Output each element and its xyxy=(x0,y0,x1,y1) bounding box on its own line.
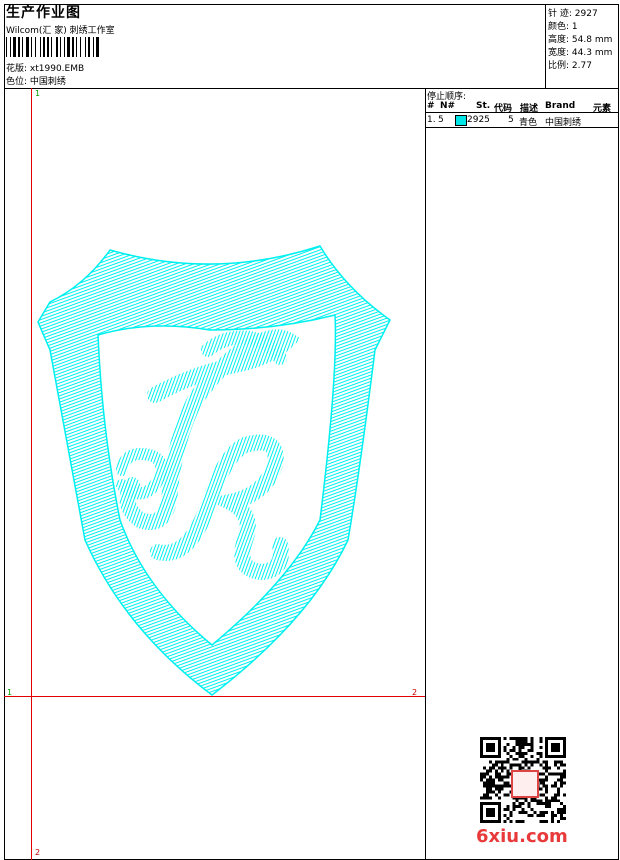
pattern-label: 花版: xyxy=(6,64,28,74)
row-num: 1. xyxy=(427,115,436,125)
color-position: 色位: 中国刺绣 xyxy=(6,74,66,87)
row-no: 5 xyxy=(438,115,444,125)
watermark: 6xiu.com xyxy=(476,826,568,847)
colorpos-label: 色位: xyxy=(6,77,28,87)
row-desc: 青色 xyxy=(519,118,538,128)
page-title: 生产作业图 xyxy=(6,5,81,21)
company-name: Wilcom(汇 家) 刺绣工作室 xyxy=(6,26,115,36)
seal-stamp xyxy=(511,770,539,798)
axis-marker-left: 1 xyxy=(7,688,13,697)
pattern-value: xt1990.EMB xyxy=(29,64,85,74)
row-st: 2925 xyxy=(467,115,490,125)
row-brand: 中国刺绣 xyxy=(545,118,582,128)
axis-marker-top: 1 xyxy=(35,89,41,98)
stat-height: 高度: 54.8 mm xyxy=(548,35,613,45)
stat-stitches: 针 迹: 2927 xyxy=(548,9,598,19)
col-header-no: N# xyxy=(440,101,456,111)
pattern-file: 花版: xt1990.EMB xyxy=(6,61,84,74)
row-code: 5 xyxy=(508,115,514,125)
stat-width: 宽度: 44.3 mm xyxy=(548,48,613,58)
axis-marker-right: 2 xyxy=(412,688,418,697)
col-header-brand: Brand xyxy=(545,101,576,111)
stat-scale: 比例: 2.77 xyxy=(548,61,592,71)
stat-colors: 颜色: 1 xyxy=(548,22,578,32)
col-header-num: # xyxy=(427,101,435,111)
embroidery-design xyxy=(37,245,391,696)
color-swatch xyxy=(455,115,467,126)
axis-marker-bottom: 2 xyxy=(35,848,41,857)
colorpos-value: 中国刺绣 xyxy=(29,77,66,87)
table-header-rule xyxy=(425,112,619,113)
barcode xyxy=(6,37,99,57)
col-header-st: St. xyxy=(476,101,491,111)
monogram-r-loop xyxy=(116,448,168,500)
